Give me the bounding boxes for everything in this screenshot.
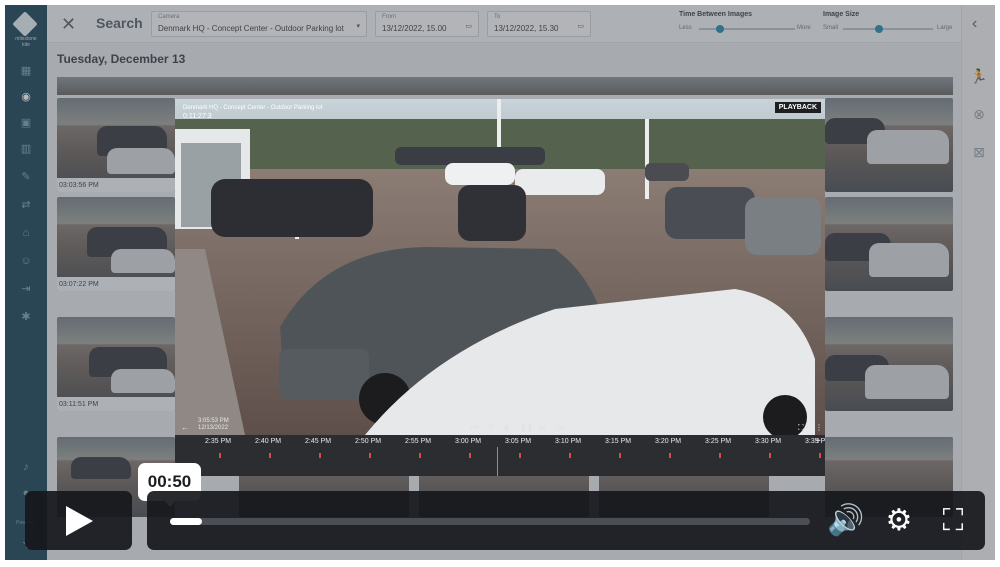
timeline-tick-label: 3:25 PM bbox=[705, 438, 732, 445]
play-icon bbox=[66, 506, 93, 536]
timeline-tick-label: 3:20 PM bbox=[655, 438, 682, 445]
timeline-tick-label: 3:10 PM bbox=[555, 438, 582, 445]
playback-time-date: 3:05:53 PM 12/13/2022 bbox=[198, 418, 229, 432]
timeline-event-marker[interactable] bbox=[619, 453, 621, 458]
timeline-tick-label: 3:05 PM bbox=[505, 438, 532, 445]
playback-badge: PLAYBACK bbox=[774, 102, 821, 113]
rewind-icon[interactable]: ↺ bbox=[487, 423, 494, 432]
progress-bar[interactable] bbox=[170, 518, 810, 525]
video-control-bar: 🔊 ⚙ ⛶ bbox=[147, 491, 985, 550]
playback-player: Denmark HQ - Concept Center - Outdoor Pa… bbox=[175, 99, 825, 476]
timeline-event-marker[interactable] bbox=[719, 453, 721, 458]
timeline-event-marker[interactable] bbox=[569, 453, 571, 458]
playback-timeline[interactable]: 2:35 PM 2:40 PM 2:45 PM 2:50 PM 2:55 PM 3:00 … bbox=[175, 435, 825, 476]
playback-current-time: 3:05:53 PM bbox=[198, 418, 229, 424]
playback-current-date: 12/13/2022 bbox=[198, 425, 229, 431]
settings-gear-icon[interactable]: ⚙ bbox=[881, 503, 917, 539]
timeline-cursor[interactable] bbox=[497, 447, 498, 476]
skip-forward-icon[interactable]: ⏭ bbox=[538, 423, 545, 433]
play-button[interactable] bbox=[25, 491, 132, 550]
camera-name-overlay: Denmark HQ - Concept Center - Outdoor Pa… bbox=[183, 105, 323, 111]
pause-icon[interactable]: ❚❚ bbox=[520, 423, 533, 432]
timeline-event-marker[interactable] bbox=[369, 453, 371, 458]
timeline-tick-label: 2:50 PM bbox=[355, 438, 382, 445]
step-back-icon[interactable]: ◀ bbox=[502, 423, 508, 432]
skip-back-icon[interactable]: ⏮ bbox=[471, 423, 478, 433]
timeline-tick-label: 2:45 PM bbox=[305, 438, 332, 445]
fullscreen-small-icon[interactable]: ⛶ bbox=[798, 423, 804, 433]
more-options-icon[interactable]: ⋮ bbox=[815, 423, 823, 432]
camera-video-frame bbox=[175, 99, 825, 435]
fullscreen-icon[interactable]: ⛶ bbox=[935, 503, 971, 539]
timeline-event-marker[interactable] bbox=[669, 453, 671, 458]
timeline-event-marker[interactable] bbox=[319, 453, 321, 458]
timeline-tick-label: 3:30 PM bbox=[755, 438, 782, 445]
kite-search-app: milestone kite ▦ ◉ ▣ ▥ ✎ ⇄ ⌂ ☺ ⇥ ✱ ♪ ● P… bbox=[5, 5, 995, 560]
timeline-event-marker[interactable] bbox=[519, 453, 521, 458]
timeline-tick-label: 2:40 PM bbox=[255, 438, 282, 445]
timeline-event-marker[interactable] bbox=[769, 453, 771, 458]
zoom-in-icon[interactable]: + bbox=[815, 436, 821, 447]
timeline-event-marker[interactable] bbox=[419, 453, 421, 458]
arrow-left-icon[interactable]: ← bbox=[181, 423, 189, 432]
video-frame: milestone kite ▦ ◉ ▣ ▥ ✎ ⇄ ⌂ ☺ ⇥ ✱ ♪ ● P… bbox=[0, 0, 1000, 567]
timeline-event-marker[interactable] bbox=[819, 453, 821, 458]
volume-icon[interactable]: 🔊 bbox=[827, 503, 864, 539]
timeline-tick-label: 2:35 PM bbox=[205, 438, 232, 445]
playback-speed[interactable]: 1x bbox=[556, 423, 564, 432]
timeline-event-marker[interactable] bbox=[269, 453, 271, 458]
timeline-event-marker[interactable] bbox=[219, 453, 221, 458]
progress-fill bbox=[170, 518, 202, 525]
frame-time-overlay: 0:11:27:3 bbox=[183, 113, 212, 120]
timeline-event-marker[interactable] bbox=[469, 453, 471, 458]
timeline-tick-label: 3:15 PM bbox=[605, 438, 632, 445]
timeline-tick-label: 2:55 PM bbox=[405, 438, 432, 445]
timeline-tick-label: 3:00 PM bbox=[455, 438, 482, 445]
